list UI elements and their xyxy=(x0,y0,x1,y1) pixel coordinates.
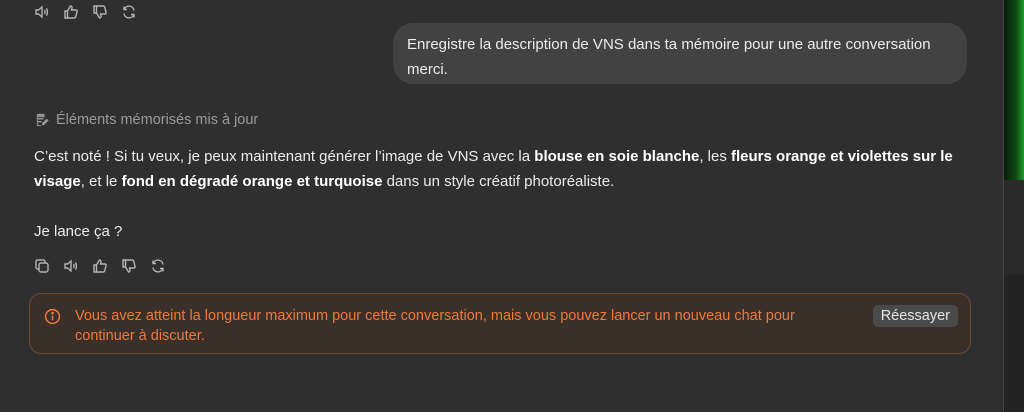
assistant-message: C’est noté ! Si tu veux, je peux mainten… xyxy=(34,144,974,194)
user-message-text: Enregistre la description de VNS dans ta… xyxy=(407,36,931,78)
assistant-bold-text: fond en dégradé orange et turquoise xyxy=(121,173,383,190)
memory-updated-label: Éléments mémorisés mis à jour xyxy=(56,112,259,128)
copy-icon[interactable] xyxy=(33,257,50,274)
alert-message: Vous avez atteint la longueur maximum po… xyxy=(75,308,795,344)
assistant-text-part: , et le xyxy=(80,173,122,190)
background-window-edge xyxy=(1004,0,1024,180)
regenerate-icon[interactable] xyxy=(149,257,166,274)
memory-updated-note[interactable]: Éléments mémorisés mis à jour xyxy=(35,112,258,128)
thumbs-up-icon[interactable] xyxy=(91,257,108,274)
background-window-edge-gray xyxy=(1004,180,1024,275)
background-window-edge-dark xyxy=(1004,275,1024,412)
retry-button[interactable]: Réessayer xyxy=(872,305,958,327)
user-message-bubble: Enregistre la description de VNS dans ta… xyxy=(393,23,967,84)
regenerate-icon[interactable] xyxy=(120,3,137,20)
speaker-icon[interactable] xyxy=(33,3,50,20)
assistant-question: Je lance ça ? xyxy=(34,223,123,240)
memory-edit-icon xyxy=(35,113,50,128)
assistant-text-part: dans un style créatif photoréaliste. xyxy=(382,173,615,190)
message-action-bar xyxy=(33,257,166,274)
speaker-icon[interactable] xyxy=(62,257,79,274)
thumbs-up-icon[interactable] xyxy=(62,3,79,20)
assistant-bold-text: blouse en soie blanche xyxy=(534,148,700,165)
thumbs-down-icon[interactable] xyxy=(120,257,137,274)
assistant-text-part: , les xyxy=(699,148,732,165)
top-action-bar xyxy=(33,3,137,20)
thumbs-down-icon[interactable] xyxy=(91,3,108,20)
info-icon xyxy=(44,308,61,325)
conversation-limit-alert: Vous avez atteint la longueur maximum po… xyxy=(29,293,971,354)
assistant-text-part: C’est noté ! Si tu veux, je peux mainten… xyxy=(34,148,535,165)
